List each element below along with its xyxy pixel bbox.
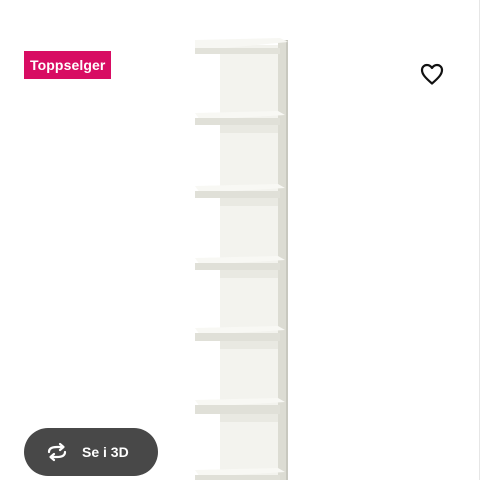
view-3d-label: Se i 3D [82,444,129,460]
shelf-board [195,111,285,133]
heart-icon [420,63,444,85]
view-3d-button[interactable]: Se i 3D [24,428,158,476]
product-gallery: Toppselger Se i 3D [0,0,480,480]
bestseller-badge: Toppselger [24,51,112,79]
shelf-board [195,256,285,278]
shelf-board [195,326,285,349]
shelf-board [195,184,285,206]
badge-label: Toppselger [30,57,106,73]
favorite-button[interactable] [416,58,448,90]
rotate-icon [44,442,70,462]
shelf-board [195,398,285,422]
